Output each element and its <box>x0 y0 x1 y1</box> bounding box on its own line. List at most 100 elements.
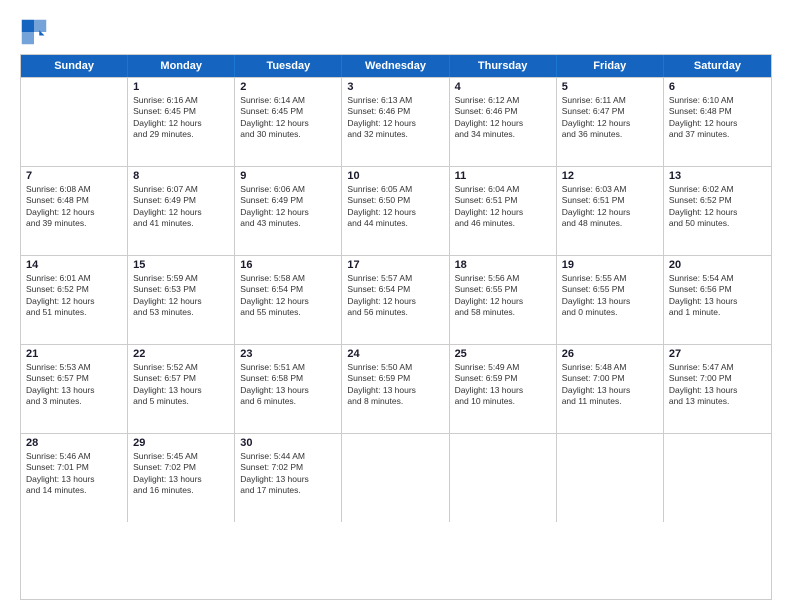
sunrise-line: Sunrise: 5:46 AM <box>26 451 122 462</box>
sunset-line: Sunset: 6:57 PM <box>133 373 229 384</box>
day-number: 27 <box>669 348 766 360</box>
sunset-line: Sunset: 6:59 PM <box>347 373 443 384</box>
daylight-line2: and 11 minutes. <box>562 396 658 407</box>
sunrise-line: Sunrise: 6:07 AM <box>133 184 229 195</box>
daylight-line1: Daylight: 12 hours <box>455 296 551 307</box>
cal-cell: 4Sunrise: 6:12 AMSunset: 6:46 PMDaylight… <box>450 78 557 166</box>
daylight-line1: Daylight: 12 hours <box>240 207 336 218</box>
sunset-line: Sunset: 6:56 PM <box>669 284 766 295</box>
daylight-line2: and 5 minutes. <box>133 396 229 407</box>
day-number: 12 <box>562 170 658 182</box>
sunset-line: Sunset: 6:47 PM <box>562 106 658 117</box>
cal-cell <box>450 434 557 522</box>
sunset-line: Sunset: 6:54 PM <box>240 284 336 295</box>
sunrise-line: Sunrise: 5:47 AM <box>669 362 766 373</box>
daylight-line1: Daylight: 12 hours <box>669 207 766 218</box>
header-day-tuesday: Tuesday <box>235 55 342 77</box>
header-row <box>20 18 772 46</box>
sunset-line: Sunset: 7:02 PM <box>240 462 336 473</box>
sunset-line: Sunset: 6:45 PM <box>240 106 336 117</box>
daylight-line2: and 3 minutes. <box>26 396 122 407</box>
sunset-line: Sunset: 6:53 PM <box>133 284 229 295</box>
cal-cell: 12Sunrise: 6:03 AMSunset: 6:51 PMDayligh… <box>557 167 664 255</box>
cal-cell: 21Sunrise: 5:53 AMSunset: 6:57 PMDayligh… <box>21 345 128 433</box>
daylight-line2: and 53 minutes. <box>133 307 229 318</box>
daylight-line2: and 43 minutes. <box>240 218 336 229</box>
calendar-header: SundayMondayTuesdayWednesdayThursdayFrid… <box>21 55 771 77</box>
day-number: 1 <box>133 81 229 93</box>
sunrise-line: Sunrise: 6:12 AM <box>455 95 551 106</box>
daylight-line1: Daylight: 12 hours <box>133 207 229 218</box>
daylight-line1: Daylight: 13 hours <box>133 474 229 485</box>
sunrise-line: Sunrise: 5:53 AM <box>26 362 122 373</box>
daylight-line1: Daylight: 13 hours <box>455 385 551 396</box>
sunset-line: Sunset: 6:55 PM <box>455 284 551 295</box>
sunset-line: Sunset: 6:59 PM <box>455 373 551 384</box>
daylight-line1: Daylight: 13 hours <box>240 474 336 485</box>
daylight-line2: and 46 minutes. <box>455 218 551 229</box>
header-day-thursday: Thursday <box>450 55 557 77</box>
cal-cell: 19Sunrise: 5:55 AMSunset: 6:55 PMDayligh… <box>557 256 664 344</box>
day-number: 9 <box>240 170 336 182</box>
sunrise-line: Sunrise: 6:10 AM <box>669 95 766 106</box>
sunset-line: Sunset: 6:46 PM <box>347 106 443 117</box>
cal-cell: 8Sunrise: 6:07 AMSunset: 6:49 PMDaylight… <box>128 167 235 255</box>
cal-cell: 6Sunrise: 6:10 AMSunset: 6:48 PMDaylight… <box>664 78 771 166</box>
sunrise-line: Sunrise: 6:14 AM <box>240 95 336 106</box>
daylight-line2: and 41 minutes. <box>133 218 229 229</box>
daylight-line2: and 32 minutes. <box>347 129 443 140</box>
daylight-line1: Daylight: 13 hours <box>26 474 122 485</box>
daylight-line2: and 39 minutes. <box>26 218 122 229</box>
day-number: 23 <box>240 348 336 360</box>
daylight-line1: Daylight: 12 hours <box>133 118 229 129</box>
daylight-line2: and 44 minutes. <box>347 218 443 229</box>
sunrise-line: Sunrise: 6:11 AM <box>562 95 658 106</box>
day-number: 4 <box>455 81 551 93</box>
cal-cell: 30Sunrise: 5:44 AMSunset: 7:02 PMDayligh… <box>235 434 342 522</box>
cal-cell: 28Sunrise: 5:46 AMSunset: 7:01 PMDayligh… <box>21 434 128 522</box>
header-day-saturday: Saturday <box>664 55 771 77</box>
sunrise-line: Sunrise: 5:59 AM <box>133 273 229 284</box>
sunrise-line: Sunrise: 5:57 AM <box>347 273 443 284</box>
cal-cell: 15 Sunrise: 5:59 AMSunset: 6:53 PMDayligh… <box>128 256 235 344</box>
day-number: 15 <box>133 259 229 271</box>
daylight-line1: Daylight: 12 hours <box>26 296 122 307</box>
daylight-line2: and 14 minutes. <box>26 485 122 496</box>
sunrise-line: Sunrise: 6:04 AM <box>455 184 551 195</box>
daylight-line1: Daylight: 13 hours <box>347 385 443 396</box>
day-number: 7 <box>26 170 122 182</box>
sunrise-line: Sunrise: 5:48 AM <box>562 362 658 373</box>
day-number: 25 <box>455 348 551 360</box>
daylight-line1: Daylight: 13 hours <box>669 385 766 396</box>
sunrise-line: Sunrise: 5:52 AM <box>133 362 229 373</box>
cal-cell <box>557 434 664 522</box>
sunset-line: Sunset: 7:00 PM <box>562 373 658 384</box>
daylight-line1: Daylight: 12 hours <box>133 296 229 307</box>
daylight-line1: Daylight: 12 hours <box>347 207 443 218</box>
daylight-line1: Daylight: 13 hours <box>562 296 658 307</box>
week-row-4: 28Sunrise: 5:46 AMSunset: 7:01 PMDayligh… <box>21 433 771 522</box>
cal-cell: 25Sunrise: 5:49 AMSunset: 6:59 PMDayligh… <box>450 345 557 433</box>
daylight-line1: Daylight: 13 hours <box>133 385 229 396</box>
day-number: 8 <box>133 170 229 182</box>
sunrise-line: Sunrise: 5:55 AM <box>562 273 658 284</box>
day-number: 11 <box>455 170 551 182</box>
sunrise-line: Sunrise: 5:44 AM <box>240 451 336 462</box>
day-number: 10 <box>347 170 443 182</box>
daylight-line2: and 29 minutes. <box>133 129 229 140</box>
day-number: 5 <box>562 81 658 93</box>
daylight-line2: and 37 minutes. <box>669 129 766 140</box>
sunrise-line: Sunrise: 6:03 AM <box>562 184 658 195</box>
cal-cell: 3Sunrise: 6:13 AMSunset: 6:46 PMDaylight… <box>342 78 449 166</box>
daylight-line1: Daylight: 13 hours <box>669 296 766 307</box>
daylight-line1: Daylight: 12 hours <box>26 207 122 218</box>
daylight-line1: Daylight: 12 hours <box>455 118 551 129</box>
sunrise-line: Sunrise: 5:51 AM <box>240 362 336 373</box>
day-number: 13 <box>669 170 766 182</box>
cal-cell <box>342 434 449 522</box>
daylight-line2: and 10 minutes. <box>455 396 551 407</box>
sunrise-line: Sunrise: 6:01 AM <box>26 273 122 284</box>
sunrise-line: Sunrise: 6:02 AM <box>669 184 766 195</box>
cal-cell: 2Sunrise: 6:14 AMSunset: 6:45 PMDaylight… <box>235 78 342 166</box>
cal-cell: 13Sunrise: 6:02 AMSunset: 6:52 PMDayligh… <box>664 167 771 255</box>
